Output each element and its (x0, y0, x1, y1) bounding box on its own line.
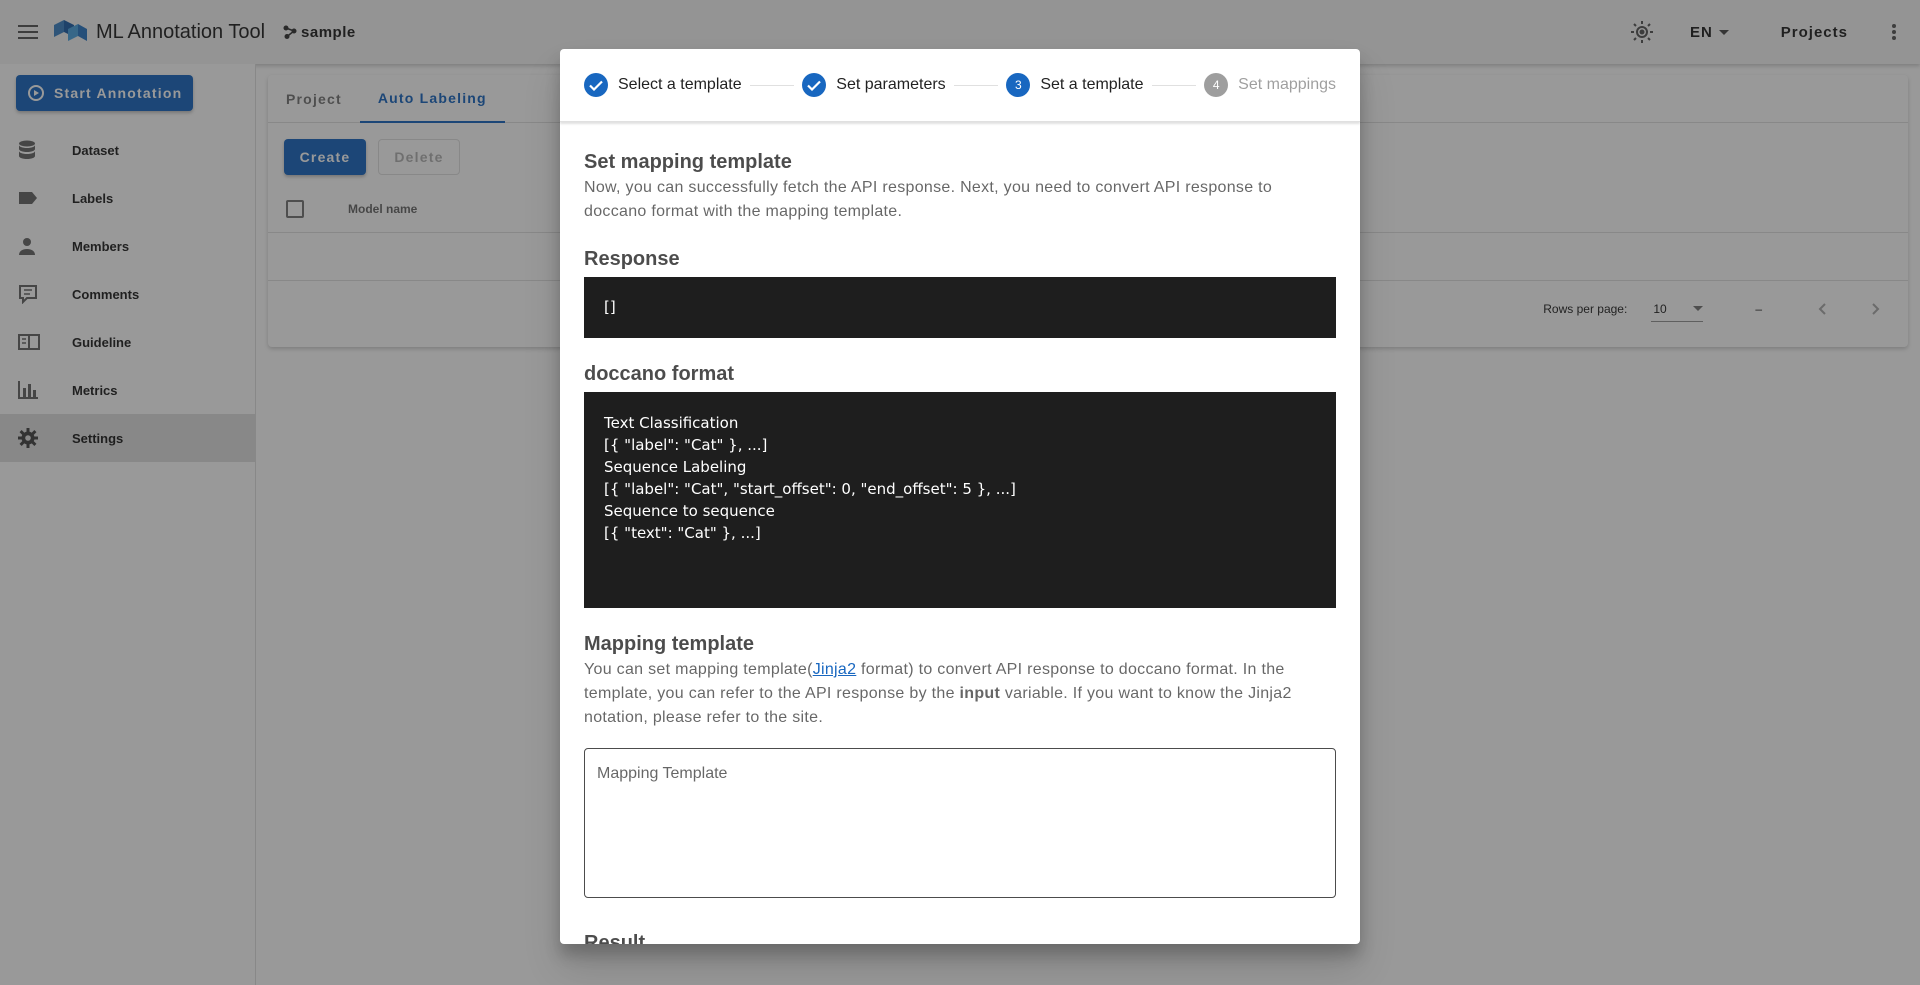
step-set-parameters[interactable]: Set parameters (802, 73, 946, 97)
format-line: Sequence Labeling (604, 458, 747, 476)
dialog-body[interactable]: Set mapping template Now, you can succes… (560, 122, 1360, 944)
step-set-mappings[interactable]: 4 Set mappings (1204, 73, 1336, 97)
auto-labeling-dialog: Select a template Set parameters 3 Set a… (560, 49, 1360, 944)
mapping-template-placeholder: Mapping Template (597, 765, 728, 782)
intro-text: Now, you can successfully fetch the API … (584, 179, 1273, 220)
format-line: [{ "label": "Cat" }, ...] (604, 436, 768, 454)
step-number: 3 (1006, 73, 1031, 97)
step-label: Select a template (618, 76, 742, 93)
response-title: Response (584, 248, 680, 270)
format-line: Text Classification (604, 414, 739, 432)
jinja2-link[interactable]: Jinja2 (813, 661, 857, 678)
response-value: [] (604, 298, 616, 316)
step-select-template[interactable]: Select a template (584, 73, 742, 97)
mapping-text-part: You can set mapping template( (584, 661, 813, 678)
format-line: Sequence to sequence (604, 502, 775, 520)
mapping-title: Mapping template (584, 633, 755, 655)
response-block: [] (584, 277, 1336, 338)
step-label: Set parameters (836, 76, 946, 93)
step-label: Set mappings (1238, 76, 1336, 93)
mapping-text-bold: input (959, 685, 1001, 702)
mapping-text: You can set mapping template(Jinja2 form… (584, 658, 1336, 730)
format-block: Text Classification [{ "label": "Cat" },… (584, 392, 1336, 608)
step-number: 4 (1204, 73, 1229, 97)
format-line: [{ "text": "Cat" }, ...] (604, 524, 761, 542)
result-title: Result (584, 932, 646, 944)
step-set-template[interactable]: 3 Set a template (1006, 73, 1144, 97)
step-divider (749, 84, 795, 86)
format-title: doccano format (584, 363, 735, 385)
mapping-template-input[interactable]: Mapping Template (584, 748, 1336, 898)
check-icon (802, 73, 827, 97)
step-divider (1151, 84, 1197, 86)
step-label: Set a template (1040, 76, 1144, 93)
format-line: [{ "label": "Cat", "start_offset": 0, "e… (604, 480, 1016, 498)
step-divider (953, 84, 999, 86)
stepper: Select a template Set parameters 3 Set a… (560, 49, 1360, 122)
intro-title: Set mapping template (584, 151, 792, 173)
check-icon (584, 73, 608, 97)
